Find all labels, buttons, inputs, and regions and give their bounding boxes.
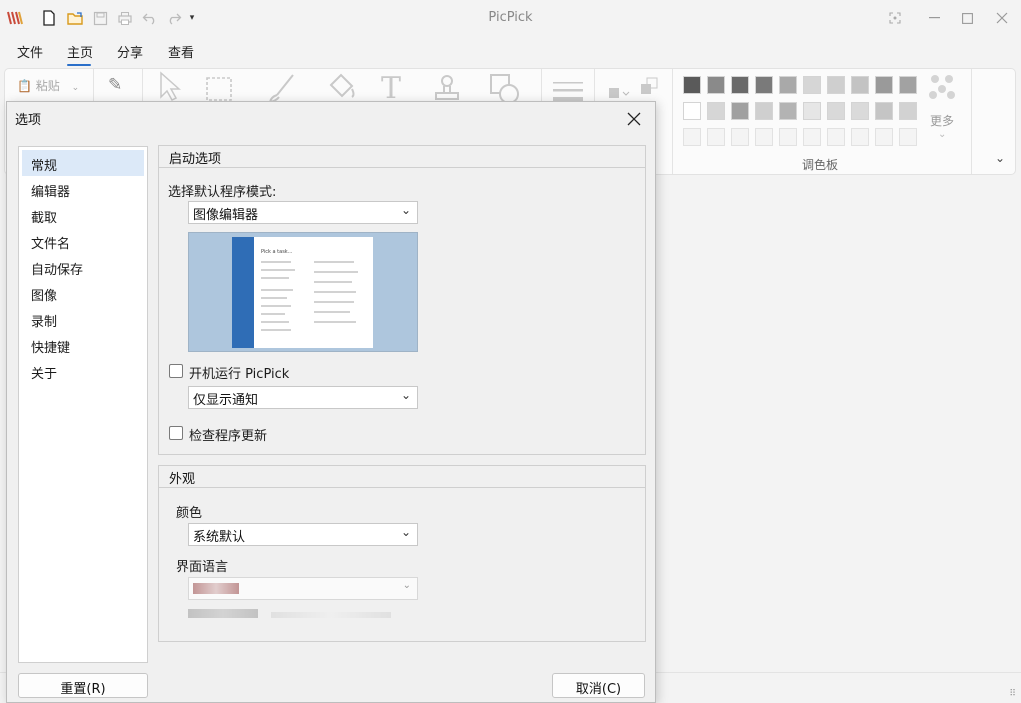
menu-share[interactable]: 分享 — [117, 42, 143, 61]
chevron-down-icon: ⌄ — [400, 203, 411, 217]
options-nav: 常规 编辑器 截取 文件名 自动保存 图像 录制 快捷键 关于 — [18, 146, 148, 663]
chevron-down-icon: ⌄ — [71, 83, 80, 93]
nav-item-record[interactable]: 录制 — [22, 306, 144, 332]
paste-label: 粘贴 — [35, 79, 60, 93]
palette-swatch[interactable] — [683, 102, 701, 120]
appearance-title: 外观 — [159, 466, 645, 488]
palette-swatch-empty[interactable] — [707, 128, 725, 146]
run-at-startup-checkbox[interactable] — [169, 364, 183, 378]
resize-grip-icon[interactable]: ⠿ — [1009, 689, 1016, 699]
menu-file[interactable]: 文件 — [17, 42, 43, 61]
palette-swatch[interactable] — [827, 102, 845, 120]
color-label: 颜色 — [176, 506, 203, 521]
check-updates-checkbox[interactable] — [169, 426, 183, 440]
palette-swatch-empty[interactable] — [683, 128, 701, 146]
chevron-down-icon: ⌄ — [402, 580, 411, 591]
preview-window: Pick a task... — [232, 237, 373, 348]
appearance-group: 外观 颜色 系统默认 ⌄ 界面语言 ⌄ — [158, 465, 646, 642]
palette-swatch-empty[interactable] — [779, 128, 797, 146]
palette-swatch[interactable] — [803, 76, 821, 94]
chevron-down-icon: ⌄ — [400, 525, 411, 539]
options-dialog: 选项 常规 编辑器 截取 文件名 自动保存 图像 录制 快捷键 关于 启动选项 … — [6, 101, 656, 703]
nav-item-capture[interactable]: 截取 — [22, 202, 144, 228]
palette-swatch[interactable] — [731, 102, 749, 120]
palette-swatch[interactable] — [875, 102, 893, 120]
palette-swatch[interactable] — [851, 102, 869, 120]
eyedropper-icon[interactable]: ✎ — [108, 75, 122, 95]
palette-swatch[interactable] — [779, 76, 797, 94]
chevron-down-icon: ⌄ — [400, 388, 411, 402]
preview-sidebar — [232, 237, 254, 348]
preview-caption: Pick a task... — [261, 249, 293, 255]
palette-swatch-empty[interactable] — [827, 128, 845, 146]
mode-preview-image: Pick a task... — [188, 232, 418, 352]
nav-item-filename[interactable]: 文件名 — [22, 228, 144, 254]
palette-swatch-empty[interactable] — [755, 128, 773, 146]
color-value: 系统默认 — [193, 530, 246, 545]
default-mode-value: 图像编辑器 — [193, 208, 259, 223]
ribbon-divider — [971, 69, 972, 174]
palette-swatch[interactable] — [803, 102, 821, 120]
cancel-button[interactable]: 取消(C) — [552, 673, 645, 698]
check-updates-label[interactable]: 检查程序更新 — [189, 425, 267, 444]
more-colors-label[interactable]: 更多 — [930, 112, 954, 129]
clipboard-icon: 📋 — [17, 79, 32, 93]
palette-swatch[interactable] — [899, 76, 917, 94]
startup-behavior-value: 仅显示通知 — [193, 393, 259, 408]
palette-swatch[interactable] — [755, 102, 773, 120]
palette-swatch[interactable] — [851, 76, 869, 94]
palette-group-label: 调色板 — [802, 158, 839, 172]
language-flag-icon — [193, 583, 239, 594]
menu-view[interactable]: 查看 — [168, 42, 194, 61]
startup-options-title: 启动选项 — [159, 146, 645, 168]
chevron-down-icon: ⌄ — [938, 129, 947, 140]
nav-item-general[interactable]: 常规 — [22, 150, 144, 176]
reset-button[interactable]: 重置(R) — [18, 673, 148, 698]
palette-swatch-empty[interactable] — [803, 128, 821, 146]
default-mode-select[interactable]: 图像编辑器 ⌄ — [188, 201, 418, 224]
active-tab-indicator — [67, 64, 91, 66]
dialog-title: 选项 — [15, 113, 42, 128]
startup-options-group: 启动选项 选择默认程序模式: 图像编辑器 ⌄ Pick a task... 开机… — [158, 145, 646, 455]
palette-swatch[interactable] — [899, 102, 917, 120]
palette-swatch-empty[interactable] — [851, 128, 869, 146]
title-bar: ▾ PicPick — [0, 0, 1021, 36]
nav-item-hotkeys[interactable]: 快捷键 — [22, 332, 144, 358]
app-title: PicPick — [488, 10, 533, 25]
nav-item-image[interactable]: 图像 — [22, 280, 144, 306]
collapse-ribbon-icon[interactable]: ⌄ — [995, 151, 1005, 165]
ribbon-divider — [672, 69, 673, 174]
palette-swatch[interactable] — [731, 76, 749, 94]
maximize-icon[interactable] — [950, 6, 984, 30]
capture-mode-icon[interactable] — [878, 6, 912, 30]
palette-swatch[interactable] — [779, 102, 797, 120]
language-select[interactable]: ⌄ — [188, 577, 418, 600]
nav-item-autosave[interactable]: 自动保存 — [22, 254, 144, 280]
menu-bar: 文件 主页 分享 查看 — [0, 38, 1021, 66]
minimize-icon[interactable] — [917, 6, 951, 30]
nav-item-about[interactable]: 关于 — [22, 358, 144, 384]
default-mode-label: 选择默认程序模式: — [168, 185, 277, 200]
palette-swatch[interactable] — [683, 76, 701, 94]
nav-item-editor[interactable]: 编辑器 — [22, 176, 144, 202]
palette-swatch[interactable] — [875, 76, 893, 94]
palette-swatch-empty[interactable] — [875, 128, 893, 146]
color-select[interactable]: 系统默认 ⌄ — [188, 523, 418, 546]
close-window-icon[interactable] — [985, 6, 1019, 30]
translator-credit — [188, 607, 408, 621]
palette-swatch[interactable] — [827, 76, 845, 94]
palette-swatch[interactable] — [707, 102, 725, 120]
paste-button[interactable]: 📋 粘贴 ⌄ — [17, 77, 79, 94]
close-icon[interactable] — [627, 106, 641, 131]
language-label: 界面语言 — [176, 560, 229, 575]
startup-behavior-select[interactable]: 仅显示通知 ⌄ — [188, 386, 418, 409]
menu-home[interactable]: 主页 — [67, 42, 93, 61]
palette-swatch[interactable] — [755, 76, 773, 94]
palette-swatch[interactable] — [707, 76, 725, 94]
palette-swatch-empty[interactable] — [731, 128, 749, 146]
palette-swatch-empty[interactable] — [899, 128, 917, 146]
run-at-startup-label[interactable]: 开机运行 PicPick — [189, 363, 289, 382]
more-colors-icon[interactable] — [927, 73, 959, 113]
